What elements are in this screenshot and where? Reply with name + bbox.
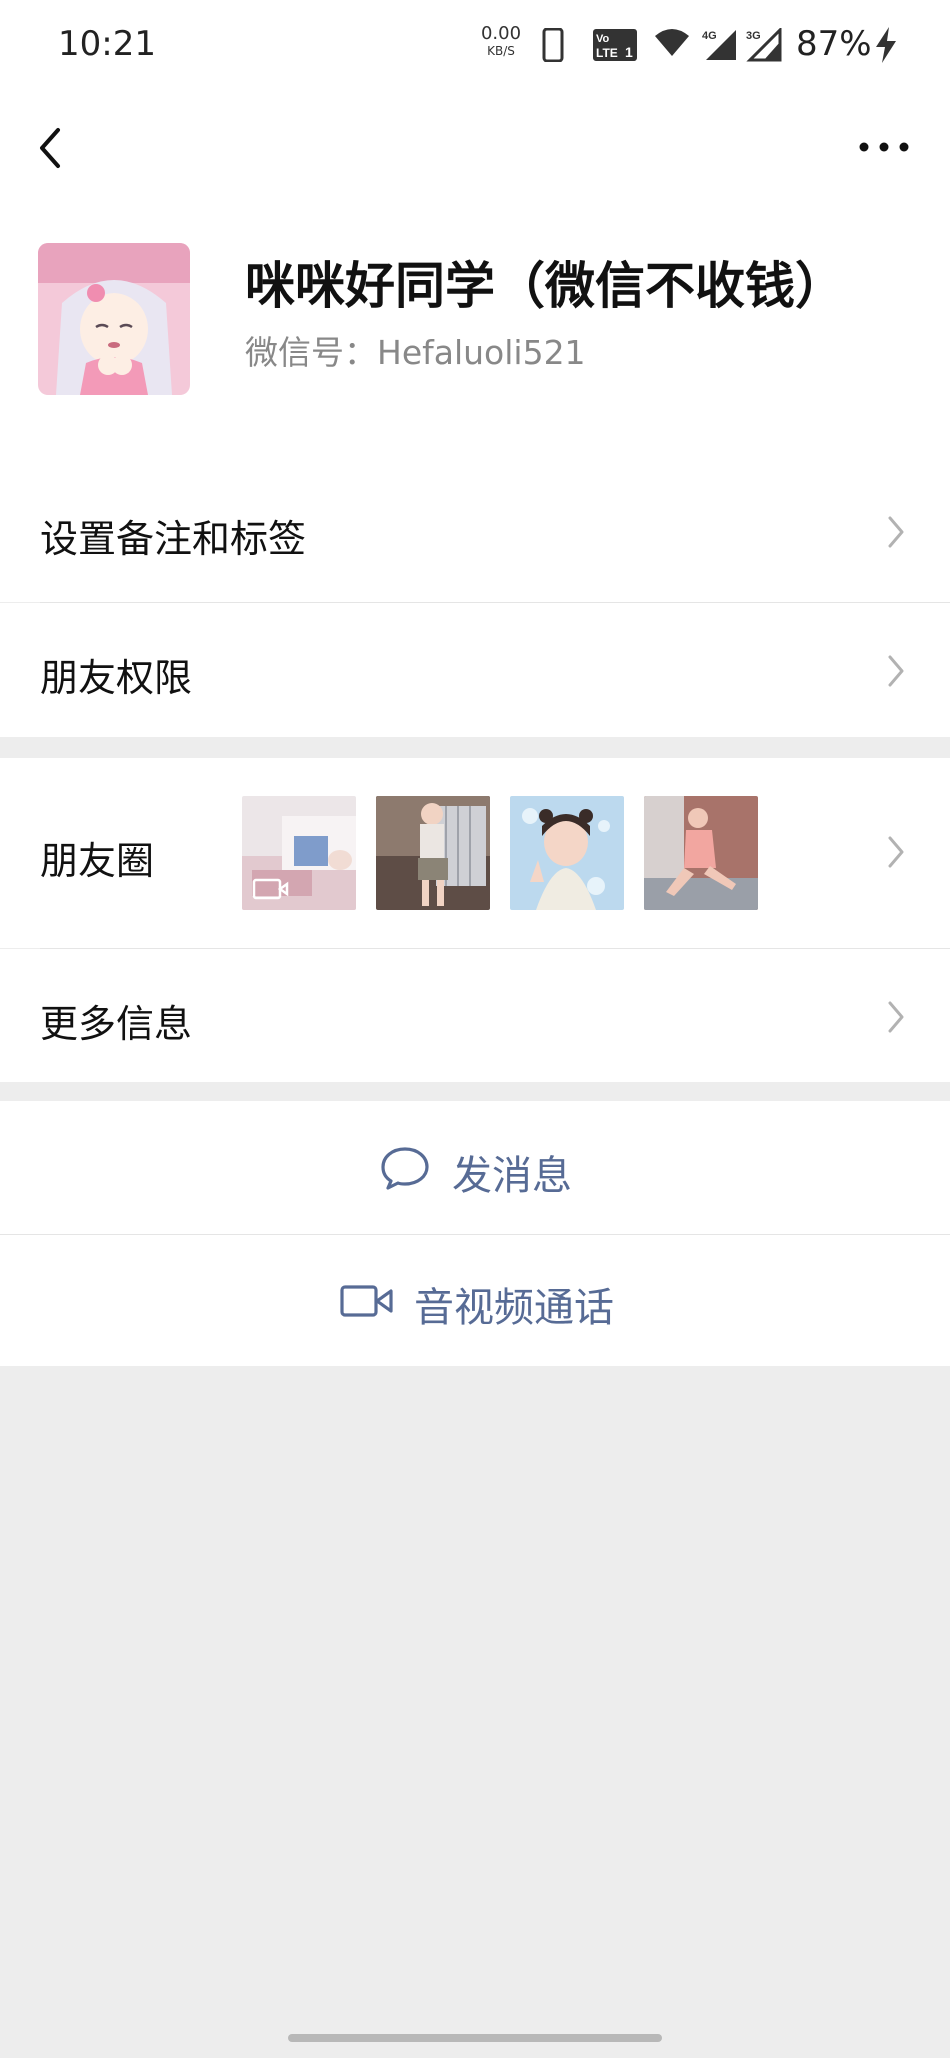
remark-and-tags-label: 设置备注和标签 [40,517,307,561]
more-info-row[interactable]: 更多信息 [0,949,950,1082]
signal-3g-icon: 3G [746,28,782,62]
moments-thumbnail[interactable] [376,796,490,910]
status-bar: 10:21 0.00 KB/S Vo LTE 1 4G 3G 87% [0,0,950,90]
svg-text:4G: 4G [702,30,717,42]
video-call-label: 音视频通话 [414,1285,614,1331]
phone-icon [542,28,564,62]
chevron-right-icon [888,1001,904,1033]
friend-permissions-row[interactable]: 朋友权限 [0,603,950,737]
svg-text:1: 1 [625,44,633,60]
wechat-id: 微信号：Hefaluoli521 [245,333,586,372]
contact-nickname: 咪咪好同学（微信不收钱） [245,257,845,315]
network-speed: 0.00 KB/S [478,23,524,59]
more-info-label: 更多信息 [40,1002,193,1046]
chevron-right-icon [888,655,904,687]
moments-thumbnail[interactable] [644,796,758,910]
send-message-label: 发消息 [452,1153,572,1199]
video-call-button[interactable]: 音视频通话 [0,1235,950,1366]
moments-thumbnail[interactable] [510,796,624,910]
back-button[interactable] [28,118,78,178]
svg-text:3G: 3G [746,30,761,42]
friend-permissions-label: 朋友权限 [40,656,193,700]
more-options-button[interactable] [854,125,914,169]
contact-profile-page: 10:21 0.00 KB/S Vo LTE 1 4G 3G 87% 咪咪好同学… [0,0,950,2058]
clock: 10:21 [58,24,156,64]
chevron-right-icon [888,516,904,548]
network-speed-unit: KB/S [487,44,515,58]
home-indicator[interactable] [288,2034,662,2042]
contact-avatar[interactable] [38,243,190,395]
video-camera-icon [340,1285,393,1317]
chevron-right-icon [888,836,904,868]
wifi-icon [655,29,689,56]
svg-text:Vo: Vo [596,33,610,45]
volte-icon: Vo LTE 1 [593,29,637,61]
remark-and-tags-row[interactable]: 设置备注和标签 [0,460,950,602]
moments-thumbnail[interactable] [242,796,356,910]
svg-text:LTE: LTE [596,46,618,60]
moments-label: 朋友圈 [40,839,155,883]
charging-icon [876,27,896,63]
battery-level: 87% [796,24,872,64]
network-speed-value: 0.00 [480,23,522,44]
signal-4g-icon: 4G [702,30,736,60]
send-message-button[interactable]: 发消息 [0,1101,950,1234]
chat-bubble-icon [381,1147,429,1190]
